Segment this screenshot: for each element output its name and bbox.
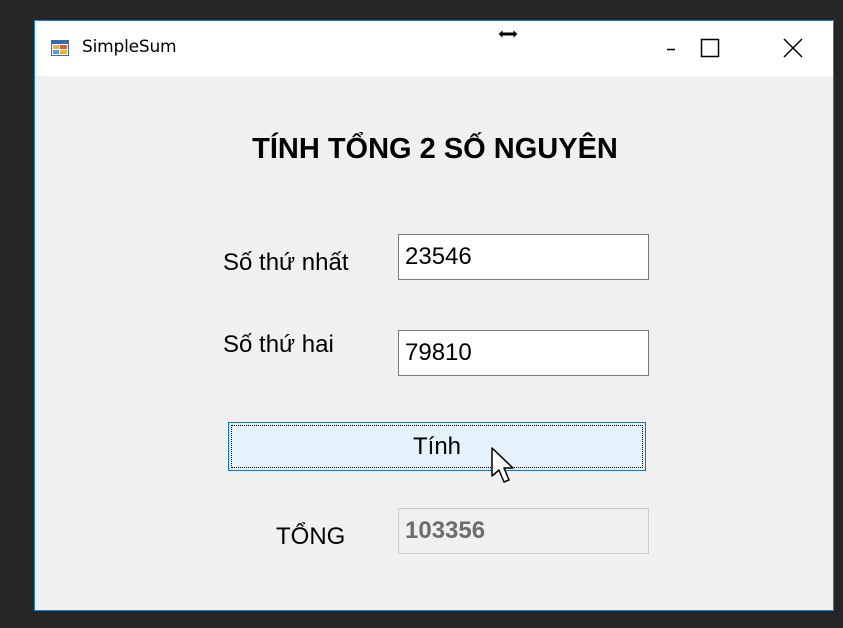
second-number-label: Số thứ hai bbox=[223, 331, 334, 358]
second-number-input[interactable] bbox=[398, 330, 649, 376]
form-heading: TÍNH TỔNG 2 SỐ NGUYÊN bbox=[252, 133, 618, 165]
simplesum-window: SimpleSum TÍNH TỔNG 2 SỐ NGUYÊN Số thứ n… bbox=[34, 20, 834, 611]
window-title: SimpleSum bbox=[82, 37, 177, 57]
first-number-label: Số thứ nhất bbox=[223, 249, 349, 276]
maximize-button[interactable] bbox=[683, 21, 749, 76]
close-button[interactable] bbox=[759, 21, 825, 76]
sum-label: TỔNG bbox=[276, 523, 346, 550]
mouse-pointer-icon bbox=[490, 446, 516, 486]
sum-result-field bbox=[398, 508, 649, 554]
title-bar[interactable]: SimpleSum bbox=[35, 21, 833, 76]
horizontal-resize-cursor-icon bbox=[497, 27, 519, 41]
calculate-button-label: Tính bbox=[412, 433, 462, 460]
winforms-app-icon bbox=[51, 40, 69, 56]
first-number-input[interactable] bbox=[398, 234, 649, 280]
calculate-button[interactable]: Tính bbox=[228, 422, 646, 471]
